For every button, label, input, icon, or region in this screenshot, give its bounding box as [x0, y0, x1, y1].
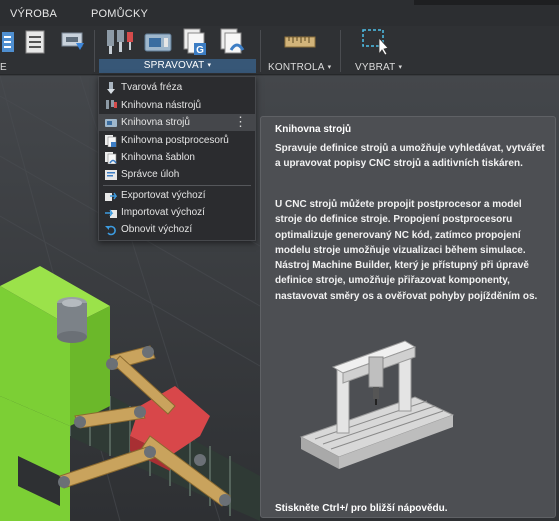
menu-item-template-library[interactable]: Knihovna šablon [99, 149, 255, 166]
tab-pomucky[interactable]: POMŮCKY [91, 8, 148, 20]
cnc-gantry-machine-image [295, 327, 455, 487]
ribbon: E G SPRAVOVAT ▾ KONTROLA ▾ VYBRAT ▾ [0, 26, 559, 75]
green-clamp-block [0, 266, 110, 521]
tab-vyroba[interactable]: VÝROBA [10, 8, 57, 20]
group-label-kontrola[interactable]: KONTROLA ▾ [268, 62, 331, 73]
menu-item-task-manager[interactable]: Správce úloh [99, 166, 255, 183]
menu-item-label: Knihovna postprocesorů [121, 135, 229, 146]
ncprogram-icon [2, 31, 16, 56]
menu-item-tool-library[interactable]: Knihovna nástrojů [99, 97, 255, 114]
post-icon [60, 30, 86, 57]
import-icon [105, 207, 117, 219]
ncprogram-button[interactable] [0, 28, 22, 58]
group-label-vybrat[interactable]: VYBRAT ▾ [355, 62, 402, 73]
template-library-icon [105, 151, 117, 164]
tooltip-help-hint: Stiskněte Ctrl+/ pro bližší nápovědu. [275, 503, 448, 514]
locating-pin [57, 297, 87, 343]
tooltip-title: Knihovna strojů [275, 124, 352, 135]
menu-item-label: Knihovna strojů [121, 117, 190, 128]
menu-item-import-defaults[interactable]: Importovat výchozí [99, 204, 255, 221]
machine-icon [144, 30, 172, 57]
menu-item-export-defaults[interactable]: Exportovat výchozí [99, 187, 255, 204]
spravovat-label: SPRAVOVAT [143, 60, 205, 71]
ribbon-separator [260, 30, 261, 72]
menu-item-form-mill[interactable]: Tvarová fréza [99, 79, 255, 96]
restore-icon [105, 224, 117, 236]
template-s-icon [219, 28, 245, 59]
setup-sheet-button[interactable] [22, 28, 48, 58]
tab-bar-edge [414, 0, 559, 5]
select-button[interactable] [360, 28, 392, 58]
group-label-spravovat[interactable]: SPRAVOVAT ▾ [99, 59, 256, 73]
form-mill-icon [105, 81, 117, 94]
spravovat-menu: Tvarová fréza Knihovna nástrojů Knihovna… [98, 76, 256, 241]
export-icon [105, 190, 117, 202]
ribbon-separator [340, 30, 341, 72]
form-mill-button[interactable] [104, 28, 136, 58]
tooltip-machine-library: Knihovna strojů Spravuje definice strojů… [260, 116, 556, 518]
tool-library-icon [105, 99, 117, 112]
template-s-button[interactable] [217, 28, 247, 58]
tab-bar: VÝROBA POMŮCKY [0, 0, 559, 26]
ruler-icon [284, 32, 316, 55]
menu-item-label: Knihovna šablon [121, 152, 195, 163]
select-cursor-icon [361, 28, 391, 59]
menu-divider [103, 185, 251, 186]
machine-library-button[interactable] [143, 28, 173, 58]
template-g-button[interactable]: G [180, 28, 210, 58]
more-options-icon[interactable]: ⋮ [234, 115, 247, 129]
machine-library-icon [105, 117, 117, 129]
milling-tool-icon [105, 28, 135, 59]
menu-item-label: Správce úloh [121, 169, 180, 180]
menu-item-label: Knihovna nástrojů [121, 100, 202, 111]
menu-item-label: Obnovit výchozí [121, 224, 193, 235]
svg-text:G: G [196, 45, 204, 56]
menu-item-post-library[interactable]: Knihovna postprocesorů [99, 132, 255, 149]
chevron-down-icon: ▾ [207, 62, 212, 69]
kontrola-label: KONTROLA [268, 62, 325, 73]
tooltip-description: Spravuje definice strojů a umožňuje vyhl… [275, 143, 545, 170]
template-g-icon: G [182, 28, 208, 59]
menu-item-label: Tvarová fréza [121, 82, 183, 93]
chevron-down-icon: ▾ [398, 64, 403, 71]
chevron-down-icon: ▾ [327, 64, 332, 71]
ribbon-separator [94, 30, 95, 72]
menu-item-machine-library[interactable]: Knihovna strojů ⋮ [99, 114, 255, 131]
group-label-e[interactable]: E [0, 62, 7, 73]
measure-button[interactable] [283, 28, 317, 58]
task-manager-icon [105, 169, 117, 181]
menu-item-restore-defaults[interactable]: Obnovit výchozí [99, 221, 255, 238]
menu-item-label: Importovat výchozí [121, 207, 205, 218]
post-process-button[interactable] [60, 28, 86, 58]
vybrat-label: VYBRAT [355, 62, 396, 73]
menu-item-label: Exportovat výchozí [121, 190, 206, 201]
setup-sheet-icon [25, 30, 45, 57]
post-library-icon [105, 134, 117, 147]
tooltip-details: U CNC strojů můžete propojit postproceso… [275, 199, 538, 302]
